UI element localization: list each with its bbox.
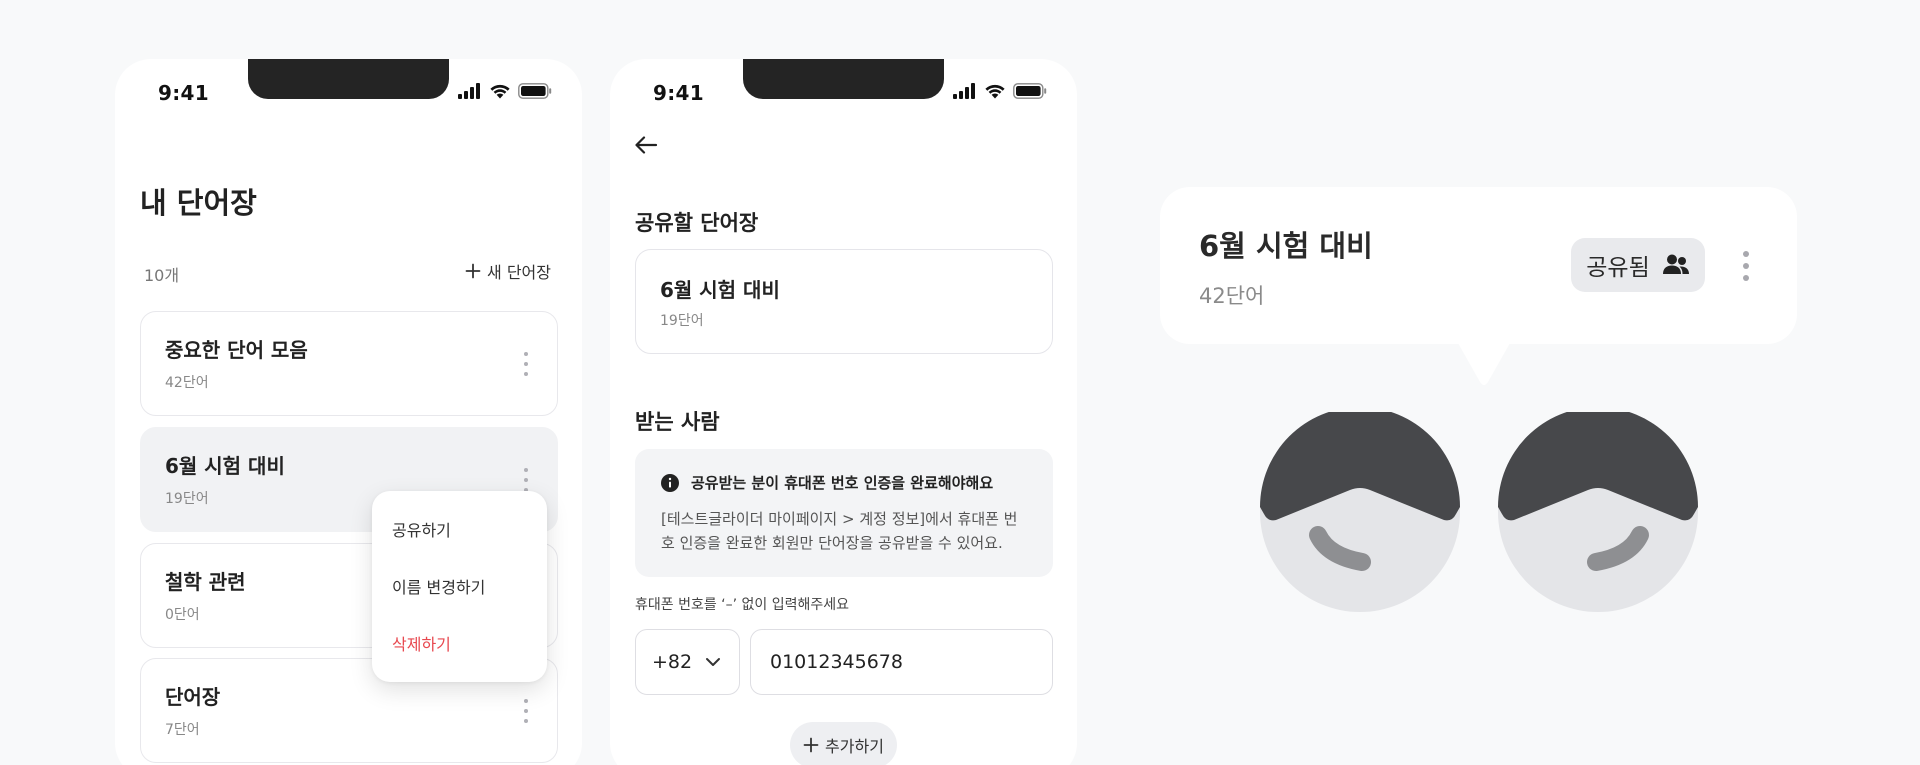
wordbook-title: 단어장 <box>165 685 221 709</box>
wordbook-word-count: 42단어 <box>165 375 209 391</box>
menu-item-delete[interactable]: 삭제하기 <box>392 631 451 655</box>
recipient-section-title: 받는 사람 <box>635 410 720 434</box>
signal-icon <box>458 83 480 99</box>
wordbook-word-count: 19단어 <box>660 313 704 329</box>
notice-body: [테스트글라이더 마이페이지 > 계정 정보]에서 휴대폰 번호 인증을 완료한… <box>661 510 1018 552</box>
wordbook-title: 중요한 단어 모음 <box>165 338 308 362</box>
wordbook-word-count: 7단어 <box>165 722 200 738</box>
shared-wordbook-card-illustration: 6월 시험 대비 42단어 공유됨 <box>1160 187 1797 344</box>
wordbook-word-count: 0단어 <box>165 607 200 623</box>
shared-badge: 공유됨 <box>1571 238 1705 292</box>
plus-icon <box>803 737 819 753</box>
wifi-icon <box>490 84 510 99</box>
menu-item-rename[interactable]: 이름 변경하기 <box>392 574 485 598</box>
context-menu: 공유하기 이름 변경하기 삭제하기 <box>372 491 547 682</box>
phone-notch <box>248 59 449 99</box>
signal-icon <box>953 83 975 99</box>
new-wordbook-button[interactable]: 새 단어장 <box>465 259 551 283</box>
country-code-select[interactable]: +82 <box>635 629 740 695</box>
back-arrow-icon <box>635 136 658 154</box>
page-title: 내 단어장 <box>140 186 257 220</box>
country-code-value: +82 <box>652 651 693 673</box>
wifi-icon <box>985 84 1005 99</box>
more-options-icon[interactable] <box>521 468 531 492</box>
add-recipient-label: 추가하기 <box>825 737 884 756</box>
share-wordbook-screen: 9:41 공유할 단어장 6월 시험 대비 19단어 받는 사람 공유받는 분이… <box>610 59 1077 765</box>
verification-notice: 공유받는 분이 휴대폰 번호 인증을 완료해야해요 [테스트글라이더 마이페이지… <box>635 449 1053 577</box>
tooltip-tail <box>1454 336 1514 385</box>
notice-title: 공유받는 분이 휴대폰 번호 인증을 완료해야해요 <box>691 474 994 492</box>
chevron-down-icon <box>706 658 720 666</box>
share-section-title: 공유할 단어장 <box>635 211 759 235</box>
more-options-icon <box>1741 251 1751 281</box>
status-time: 9:41 <box>158 81 209 105</box>
add-recipient-button[interactable]: 추가하기 <box>790 722 897 765</box>
phone-number-input[interactable]: 01012345678 <box>750 629 1053 695</box>
status-icons <box>953 83 1047 99</box>
cursor-hand-icon <box>1498 412 1698 612</box>
wordbook-word-count: 19단어 <box>165 491 209 507</box>
wordbook-title: 6월 시험 대비 <box>165 454 285 478</box>
status-time: 9:41 <box>653 81 704 105</box>
more-options-icon[interactable] <box>521 699 531 723</box>
wordbook-card[interactable]: 중요한 단어 모음 42단어 <box>140 311 558 416</box>
illustration-card-title: 6월 시험 대비 <box>1199 229 1373 263</box>
notice-header: 공유받는 분이 휴대폰 번호 인증을 완료해야해요 <box>661 472 993 493</box>
wordbook-list-screen: 9:41 내 단어장 10개 새 단어장 중요한 단어 모음 42단어 6월 시… <box>115 59 582 765</box>
menu-item-share[interactable]: 공유하기 <box>392 517 451 541</box>
selected-wordbook-card: 6월 시험 대비 19단어 <box>635 249 1053 354</box>
back-button[interactable] <box>634 134 658 160</box>
more-options-icon[interactable] <box>521 352 531 376</box>
illustration-card-subtitle: 42단어 <box>1199 284 1265 308</box>
shared-badge-label: 공유됨 <box>1586 255 1650 281</box>
wordbook-title: 철학 관련 <box>165 570 246 594</box>
plus-icon <box>465 263 481 279</box>
battery-icon <box>1013 83 1047 99</box>
phone-input-hint: 휴대폰 번호를 ‘–’ 없이 입력해주세요 <box>635 597 850 613</box>
cursor-hand-icon <box>1260 412 1460 612</box>
info-icon <box>661 473 679 492</box>
battery-icon <box>518 83 552 99</box>
wordbook-title: 6월 시험 대비 <box>660 278 780 302</box>
phone-notch <box>743 59 944 99</box>
new-wordbook-label: 새 단어장 <box>487 263 551 282</box>
users-icon <box>1662 254 1689 274</box>
wordbook-count: 10개 <box>144 266 180 285</box>
status-icons <box>458 83 552 99</box>
